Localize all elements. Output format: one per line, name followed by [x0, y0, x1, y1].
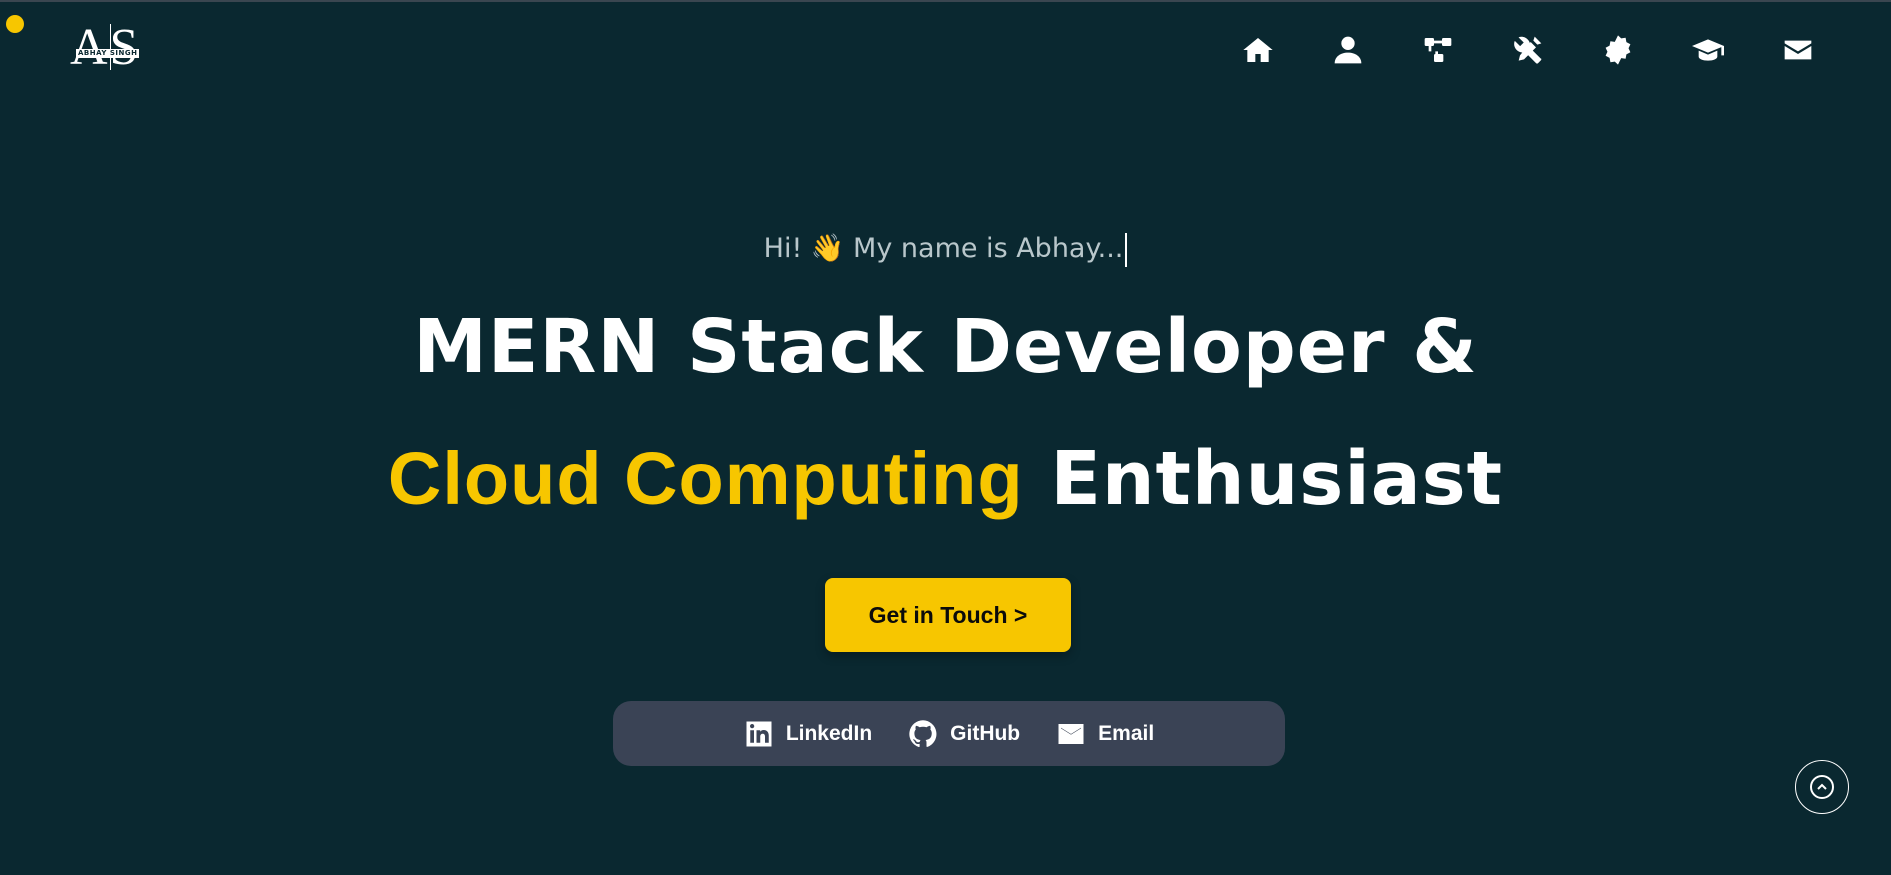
nav-skills[interactable]	[1483, 32, 1573, 68]
typing-caret	[1125, 232, 1128, 267]
logo[interactable]: AS ABHAY SINGH	[70, 20, 144, 76]
cursor-follower-dot	[6, 15, 24, 33]
sitemap-icon	[1424, 38, 1452, 62]
get-in-touch-button[interactable]: Get in Touch >	[825, 578, 1071, 652]
badge-icon	[1605, 35, 1631, 65]
linkedin-link[interactable]: LinkedIn	[744, 719, 872, 749]
nav-certificates[interactable]	[1573, 32, 1663, 68]
scroll-to-top-button[interactable]	[1795, 760, 1849, 814]
github-link[interactable]: GitHub	[908, 719, 1020, 749]
headline-line-1: MERN Stack Developer &	[413, 304, 1478, 390]
chevron-up-icon	[1810, 775, 1834, 799]
nav-about[interactable]	[1303, 32, 1393, 68]
github-label: GitHub	[950, 721, 1021, 745]
tools-icon	[1514, 36, 1542, 64]
graduation-cap-icon	[1692, 39, 1724, 61]
typing-greeting: Hi! 👋 My name is Abhay...	[0, 232, 1891, 267]
nav-contact[interactable]	[1753, 32, 1843, 68]
mail-icon	[1058, 723, 1084, 744]
headline-line-2: Cloud Computing Enthusiast	[0, 436, 1891, 522]
top-nav	[1213, 32, 1843, 68]
home-icon	[1243, 38, 1273, 62]
user-icon	[1334, 36, 1362, 64]
nav-home[interactable]	[1213, 32, 1303, 68]
nav-experience[interactable]	[1393, 32, 1483, 68]
nav-education[interactable]	[1663, 32, 1753, 68]
email-label: Email	[1098, 721, 1155, 745]
logo-letters: AS	[70, 19, 141, 76]
logo-tag: ABHAY SINGH	[76, 49, 140, 58]
greeting-text: Hi! 👋 My name is Abhay...	[763, 233, 1124, 264]
headline-rest: Enthusiast	[1050, 436, 1504, 522]
envelope-icon	[1784, 40, 1812, 60]
headline-accent: Cloud Computing	[387, 437, 1024, 520]
linkedin-icon	[746, 721, 772, 746]
logo-divider	[110, 24, 111, 70]
github-icon	[909, 719, 937, 747]
top-border	[0, 0, 1891, 2]
email-link[interactable]: Email	[1056, 719, 1154, 749]
linkedin-label: LinkedIn	[785, 721, 873, 745]
social-links-bar: LinkedIn GitHub Email	[613, 701, 1285, 766]
